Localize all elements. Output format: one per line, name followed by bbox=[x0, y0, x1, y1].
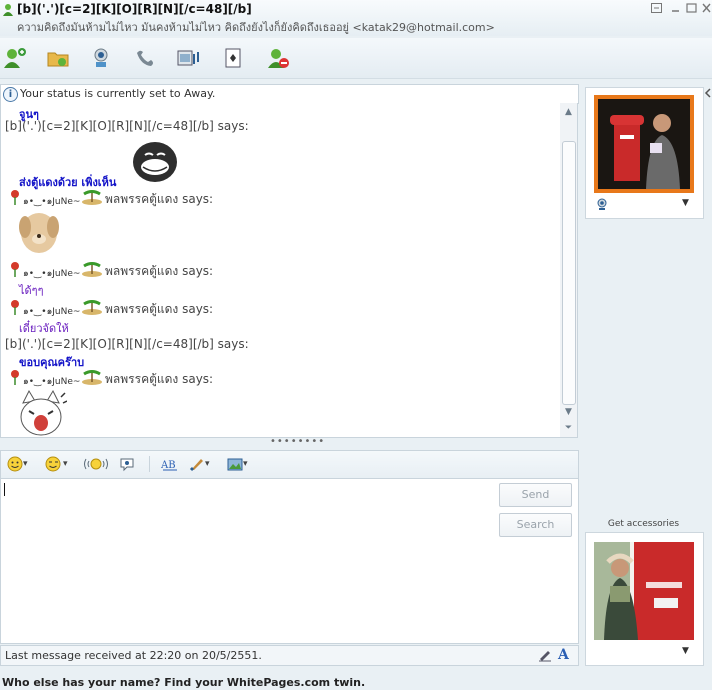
minimize-icon[interactable] bbox=[669, 3, 682, 14]
history-scrollbar[interactable]: ▲ ▼ ⏷ bbox=[560, 103, 578, 438]
chevron-down-icon[interactable]: ▼ bbox=[682, 198, 689, 208]
picture-icon[interactable]: ▾ bbox=[227, 455, 248, 473]
block-contact-icon[interactable] bbox=[263, 44, 293, 72]
scroll-up-icon[interactable]: ▲ bbox=[563, 107, 574, 117]
rose-icon bbox=[9, 261, 21, 280]
rose-icon bbox=[9, 369, 21, 388]
contact-name: ๑•‿•๑JuNe~ bbox=[23, 377, 81, 387]
island-icon bbox=[81, 261, 103, 280]
contact-name: ๑•‿•๑JuNe~ bbox=[23, 269, 81, 279]
contact-display-picture bbox=[594, 95, 694, 193]
rose-icon bbox=[9, 299, 21, 318]
shy-puppy-emoticon bbox=[19, 213, 59, 253]
contact-display-name: พลพรรคตู้แดง says: bbox=[105, 264, 214, 278]
playing-card-icon[interactable] bbox=[218, 44, 248, 72]
contact-name: ๑•‿•๑JuNe~ bbox=[23, 197, 81, 207]
scroll-down-icon[interactable]: ▼ bbox=[563, 407, 574, 417]
conversation-history[interactable]: จูนๆ [b]('.')[c=2][K][O][R][N][/c=48][/b… bbox=[0, 103, 561, 438]
send-button[interactable]: Send bbox=[499, 483, 572, 507]
info-icon: i bbox=[3, 87, 18, 102]
laughing-penguin-emoticon bbox=[133, 142, 177, 182]
nudge-icon[interactable] bbox=[83, 455, 109, 473]
shouting-cat-emoticon bbox=[20, 389, 67, 436]
text-caret bbox=[4, 483, 5, 496]
ad-banner[interactable]: Who else has your name? Find your WhiteP… bbox=[0, 672, 712, 690]
format-toolbar: ▾ ▾ AB ▾ ▾ bbox=[0, 450, 579, 479]
get-accessories-link[interactable]: Get accessories bbox=[585, 519, 702, 529]
background-icon[interactable]: ▾ bbox=[189, 455, 210, 473]
contact-personal-message: ความคิดถึงมันห้ามไม่ไหว มันคงห้ามไม่ไหว … bbox=[17, 21, 495, 34]
pane-splitter-grip[interactable]: •••••••• bbox=[270, 437, 324, 447]
toolbar-divider bbox=[149, 456, 150, 472]
message-input[interactable] bbox=[0, 478, 579, 644]
message-text: ได้ๆๆ bbox=[19, 284, 44, 297]
svg-text:AB: AB bbox=[161, 460, 176, 471]
contact-display-name: พลพรรคตู้แดง says: bbox=[105, 372, 214, 386]
add-contact-icon[interactable] bbox=[0, 44, 30, 72]
last-message-time: Last message received at 22:20 on 20/5/2… bbox=[5, 649, 262, 662]
sender-says-line: [b]('.')[c=2][K][O][R][N][/c=48][/b] say… bbox=[5, 119, 249, 133]
contact-name: ๑•‿•๑JuNe~ bbox=[23, 307, 81, 317]
sender-says-line: [b]('.')[c=2][K][O][R][N][/c=48][/b] say… bbox=[5, 337, 249, 351]
film-icon[interactable] bbox=[173, 44, 203, 72]
emoticon-icon[interactable]: ▾ bbox=[7, 455, 28, 473]
main-toolbar bbox=[0, 38, 712, 79]
scroll-thumb[interactable] bbox=[562, 141, 576, 405]
messenger-buddy-icon bbox=[3, 4, 13, 16]
message-text: เดี๋ยวจัดให้ bbox=[19, 322, 69, 335]
restore-icon[interactable] bbox=[650, 3, 663, 14]
handwriting-icon[interactable] bbox=[538, 648, 552, 668]
message-text: ขอบคุณคร๊าบ bbox=[19, 356, 85, 369]
contact-display-picture-frame[interactable]: ▼ bbox=[585, 87, 704, 219]
contact-display-name: พลพรรคตู้แดง says: bbox=[105, 192, 214, 206]
phone-icon[interactable] bbox=[130, 44, 160, 72]
close-icon[interactable] bbox=[700, 3, 712, 14]
rose-icon bbox=[9, 189, 21, 208]
island-icon bbox=[81, 299, 103, 318]
my-display-picture-frame[interactable]: ▼ bbox=[585, 532, 704, 666]
voice-clip-icon[interactable] bbox=[119, 455, 135, 473]
my-display-picture bbox=[594, 542, 694, 640]
wink-icon[interactable]: ▾ bbox=[45, 455, 68, 473]
webcam-icon[interactable] bbox=[86, 44, 116, 72]
contact-display-name: พลพรรคตู้แดง says: bbox=[105, 302, 214, 316]
font-icon[interactable]: A bbox=[558, 646, 569, 665]
ad-link[interactable]: Who else has your name? Find your WhiteP… bbox=[2, 676, 365, 689]
webcam-icon[interactable] bbox=[596, 198, 608, 213]
status-text: Your status is currently set to Away. bbox=[20, 87, 216, 100]
folder-icon[interactable] bbox=[43, 44, 73, 72]
window-title: [b]('.')[c=2][K][O][R][N][/c=48][/b] bbox=[17, 2, 252, 16]
text-format-icon[interactable]: AB bbox=[161, 455, 179, 473]
status-footer: Last message received at 22:20 on 20/5/2… bbox=[0, 645, 579, 666]
maximize-icon[interactable] bbox=[685, 3, 698, 14]
island-icon bbox=[81, 369, 103, 388]
search-button[interactable]: Search bbox=[499, 513, 572, 537]
chevron-down-icon[interactable]: ▼ bbox=[682, 646, 689, 656]
scroll-end-icon[interactable]: ⏷ bbox=[563, 423, 574, 433]
island-icon bbox=[81, 189, 103, 208]
collapse-panel-icon[interactable] bbox=[704, 86, 712, 104]
status-notice: i Your status is currently set to Away. bbox=[0, 84, 579, 104]
